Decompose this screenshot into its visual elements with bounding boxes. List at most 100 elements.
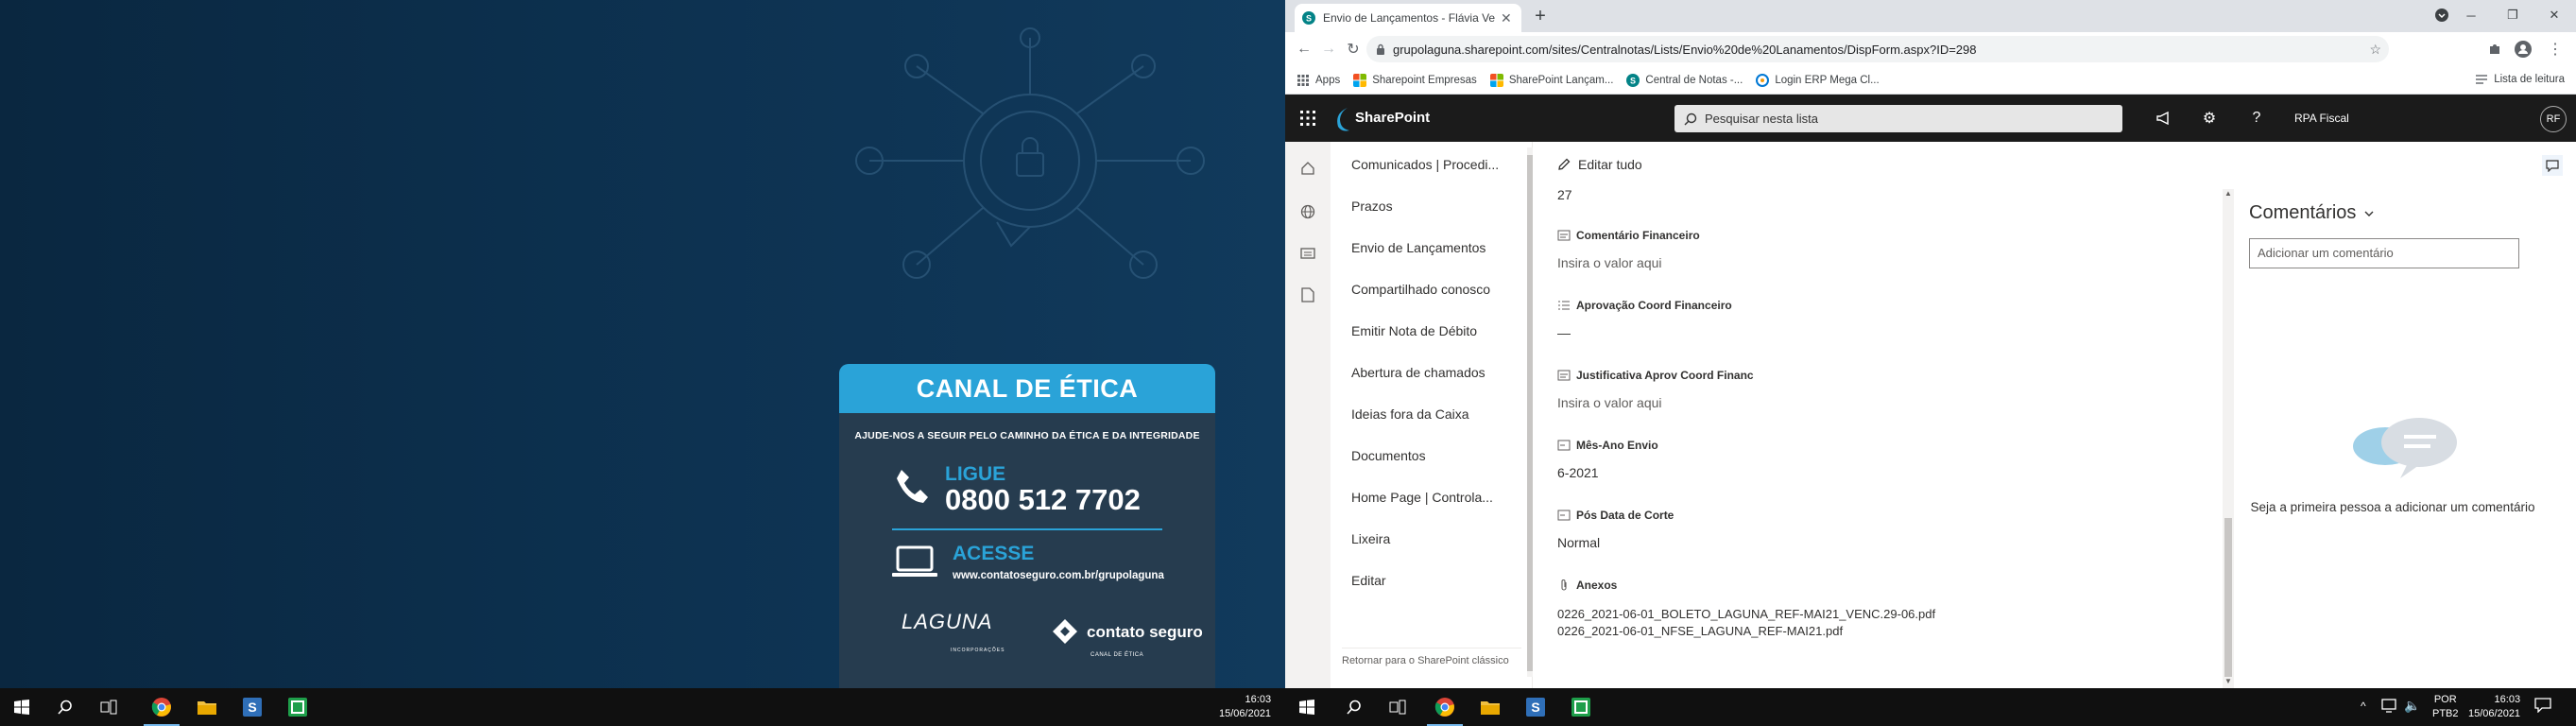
nav-item-envio-lancamentos[interactable]: Envio de Lançamentos: [1351, 240, 1485, 255]
green-app-icon: [288, 698, 307, 717]
nav-item-compartilhado[interactable]: Compartilhado conosco: [1351, 282, 1490, 297]
windows-logo-icon: [14, 700, 29, 715]
bookmark-sharepoint-lancamentos[interactable]: SharePoint Lançam...: [1489, 73, 1614, 87]
nav-item-emitir-nota[interactable]: Emitir Nota de Débito: [1351, 323, 1477, 338]
extensions-button[interactable]: [2482, 36, 2508, 62]
field-value-mes-ano-envio[interactable]: 6-2021: [1557, 465, 1599, 480]
comment-icon: [2546, 159, 2559, 172]
home-icon[interactable]: [1297, 157, 1319, 180]
keyboard-layout: PTB2: [2432, 708, 2459, 719]
contato-seguro-logo: contato seguro: [1051, 617, 1203, 646]
help-icon[interactable]: ?: [2245, 107, 2268, 130]
return-to-classic-link[interactable]: Retornar para o SharePoint clássico: [1342, 648, 1521, 667]
svg-text:S: S: [248, 700, 256, 715]
folder-icon: [1481, 701, 1500, 715]
paperclip-icon: [1561, 579, 1567, 591]
nav-item-comunicados[interactable]: Comunicados | Procedi...: [1351, 157, 1499, 172]
bookmark-apps[interactable]: Apps: [1297, 74, 1340, 87]
multiline-text-icon: [1557, 370, 1571, 381]
field-value-aprovacao-coord[interactable]: —: [1557, 325, 1571, 340]
right-taskbar-clock[interactable]: 16:03 15/06/2021: [2468, 693, 2520, 721]
scroll-up-icon[interactable]: ▲: [2224, 189, 2232, 198]
field-value-comentario-financeiro[interactable]: Insira o valor aqui: [1557, 255, 1662, 270]
settings-gear-icon[interactable]: ⚙: [2198, 107, 2221, 130]
nav-item-ideias[interactable]: Ideias fora da Caixa: [1351, 406, 1469, 422]
microsoft-icon: [1353, 73, 1367, 87]
multiline-text-icon: [1557, 230, 1571, 241]
restore-button[interactable]: ❐: [2491, 0, 2534, 30]
network-icon[interactable]: [2381, 698, 2398, 713]
notifications-icon[interactable]: [2534, 698, 2551, 713]
taskbar-sharepoint-app-right[interactable]: S: [1514, 688, 1557, 726]
close-window-button[interactable]: ✕: [2533, 0, 2576, 30]
add-comment-input[interactable]: Adicionar um comentário: [2249, 238, 2519, 268]
task-view-button-right[interactable]: [1376, 688, 1419, 726]
nav-item-editar[interactable]: Editar: [1351, 573, 1386, 588]
address-bar[interactable]: grupolaguna.sharepoint.com/sites/Central…: [1366, 36, 2389, 62]
nav-item-lixeira[interactable]: Lixeira: [1351, 531, 1390, 546]
scroll-down-icon[interactable]: ▼: [2224, 677, 2232, 685]
form-scrollbar[interactable]: ▲ ▼: [2223, 189, 2234, 688]
bookmark-sharepoint-empresas[interactable]: Sharepoint Empresas: [1353, 73, 1477, 87]
edit-all-button[interactable]: Editar tudo: [1557, 157, 1642, 172]
left-desktop-wallpaper: CANAL DE ÉTICA AJUDE-NOS A SEGUIR PELO C…: [0, 0, 1285, 688]
left-taskbar-clock[interactable]: 16:03 15/06/2021: [1219, 693, 1271, 721]
sharepoint-search-box[interactable]: Pesquisar nesta lista: [1674, 105, 2122, 132]
minimize-button[interactable]: ─: [2449, 0, 2493, 30]
bookmark-label: Login ERP Mega Cl...: [1775, 74, 1880, 86]
user-avatar[interactable]: RF: [2540, 106, 2567, 132]
news-icon[interactable]: [1297, 242, 1319, 265]
taskbar-chrome[interactable]: [140, 688, 183, 726]
taskbar-file-explorer-right[interactable]: [1468, 688, 1512, 726]
megaphone-icon[interactable]: [2153, 107, 2175, 130]
taskbar-green-app-right[interactable]: [1559, 688, 1603, 726]
form-scrollbar-thumb[interactable]: [2224, 518, 2232, 677]
task-view-button[interactable]: [87, 688, 130, 726]
input-language-indicator[interactable]: POR PTB2: [2432, 693, 2459, 721]
taskbar-search-button[interactable]: [43, 688, 87, 726]
nav-item-documentos[interactable]: Documentos: [1351, 448, 1426, 463]
user-name[interactable]: RPA Fiscal: [2294, 112, 2349, 125]
volume-icon[interactable]: 🔈: [2404, 698, 2420, 714]
profile-button[interactable]: [2510, 36, 2536, 62]
globe-icon[interactable]: [1297, 200, 1319, 223]
forward-button[interactable]: →: [1315, 36, 1342, 62]
taskbar-search-button-right[interactable]: [1332, 688, 1376, 726]
back-button[interactable]: ←: [1291, 36, 1317, 62]
taskbar-file-explorer[interactable]: [185, 688, 229, 726]
menu-button[interactable]: ⋮: [2542, 36, 2568, 62]
laguna-logo-subtitle: INCORPORAÇÕES: [951, 648, 1005, 653]
tray-chevron-up-icon[interactable]: ^: [2361, 700, 2366, 713]
search-icon: [58, 700, 72, 715]
attachment-nfse-link[interactable]: 0226_2021-06-01_NFSE_LAGUNA_REF-MAI21.pd…: [1557, 624, 1843, 638]
new-tab-button[interactable]: +: [1529, 6, 1552, 28]
sharepoint-brand[interactable]: SharePoint: [1355, 110, 1430, 126]
taskbar-sharepoint-app[interactable]: S: [231, 688, 274, 726]
bookmark-label: SharePoint Lançam...: [1508, 74, 1614, 86]
web-label: ACESSE: [953, 543, 1035, 564]
tab-envio-lancamentos[interactable]: S Envio de Lançamentos - Flávia Ve ✕: [1295, 4, 1521, 32]
comments-header[interactable]: Comentários: [2249, 202, 2375, 224]
reading-list-button[interactable]: Lista de leitura: [2475, 74, 2565, 85]
microsoft-icon: [1489, 73, 1503, 87]
tab-close-icon[interactable]: ✕: [1501, 10, 1512, 26]
bookmark-star-icon[interactable]: ☆: [2369, 42, 2381, 58]
app-launcher-button[interactable]: [1285, 95, 1331, 142]
reload-button[interactable]: ↻: [1340, 36, 1366, 62]
taskbar-green-app[interactable]: [276, 688, 319, 726]
comments-toggle-button[interactable]: [2542, 155, 2563, 176]
nav-item-abertura-chamados[interactable]: Abertura de chamados: [1351, 365, 1485, 380]
windows-start-button-right[interactable]: [1285, 688, 1329, 726]
bookmark-central-de-notas[interactable]: S Central de Notas -...: [1626, 73, 1743, 87]
taskbar-chrome-right[interactable]: [1423, 688, 1467, 726]
web-url: www.contatoseguro.com.br/grupolaguna: [953, 570, 1164, 581]
windows-start-button[interactable]: [0, 688, 43, 726]
field-value-justificativa[interactable]: Insira o valor aqui: [1557, 395, 1662, 410]
field-value-pos-data-corte[interactable]: Normal: [1557, 535, 1600, 550]
nav-item-prazos[interactable]: Prazos: [1351, 199, 1393, 214]
attachment-boleto-link[interactable]: 0226_2021-06-01_BOLETO_LAGUNA_REF-MAI21_…: [1557, 607, 1935, 621]
nav-item-home-page[interactable]: Home Page | Controla...: [1351, 490, 1493, 505]
bookmark-login-erp-mega[interactable]: Login ERP Mega Cl...: [1756, 73, 1880, 87]
field-label-anexos: Anexos: [1557, 579, 1617, 592]
document-icon[interactable]: [1297, 284, 1319, 306]
